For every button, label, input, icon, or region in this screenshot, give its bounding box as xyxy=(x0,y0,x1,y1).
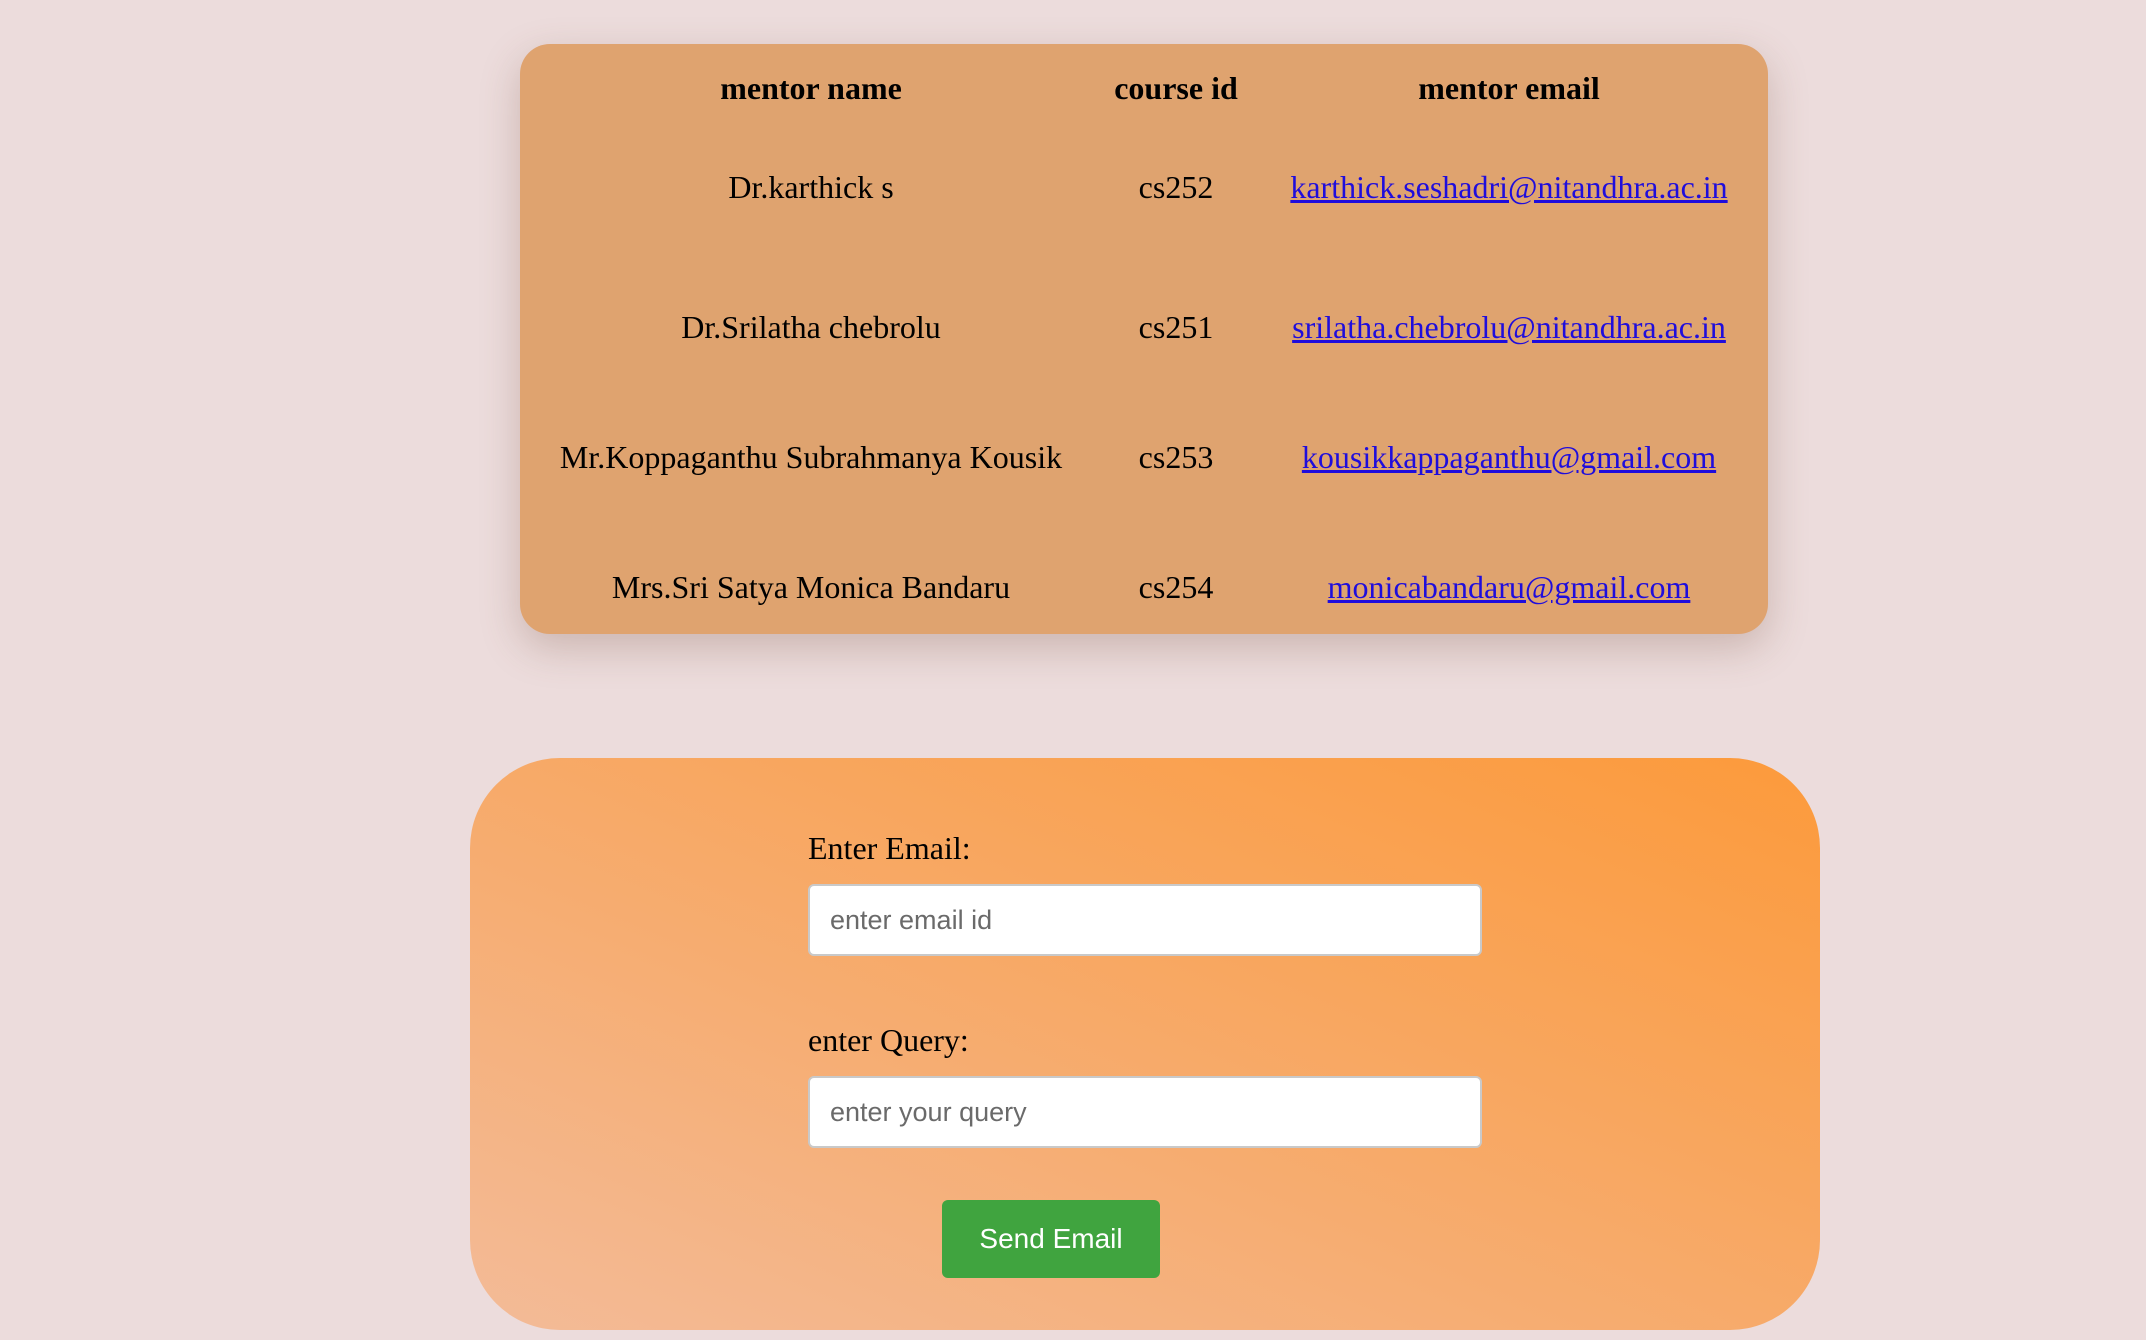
mentor-email-cell: karthick.seshadri@nitandhra.ac.in xyxy=(1286,112,1732,262)
mentor-email-cell: monicabandaru@gmail.com xyxy=(1286,522,1732,652)
mentor-email-cell: kousikkappaganthu@gmail.com xyxy=(1286,392,1732,522)
mentor-email-cell: srilatha.chebrolu@nitandhra.ac.in xyxy=(1286,262,1732,392)
course-id-cell: cs253 xyxy=(1138,438,1214,475)
course-id-cell: cs251 xyxy=(1138,308,1214,345)
mentor-table-card: mentor name course id mentor email Dr.ka… xyxy=(520,44,1768,634)
mentor-email-link[interactable]: srilatha.chebrolu@nitandhra.ac.in xyxy=(1292,309,1726,345)
email-label: Enter Email: xyxy=(808,830,971,866)
send-email-button[interactable]: Send Email xyxy=(942,1200,1160,1278)
query-form: Enter Email: enter Query: Send Email xyxy=(808,828,1484,1278)
mentor-email-link[interactable]: kousikkappaganthu@gmail.com xyxy=(1302,439,1716,475)
course-id-cell: cs252 xyxy=(1138,168,1214,205)
query-input[interactable] xyxy=(808,1076,1482,1148)
table-row: Mr.Koppaganthu Subrahmanya Kousik cs253 … xyxy=(556,392,1732,522)
mentor-name-cell: Mr.Koppaganthu Subrahmanya Kousik xyxy=(559,438,1063,475)
table-row: Dr.karthick s cs252 karthick.seshadri@ni… xyxy=(556,112,1732,262)
query-label: enter Query: xyxy=(808,1022,969,1058)
query-form-card: Enter Email: enter Query: Send Email xyxy=(470,758,1820,1330)
header-mentor-name: mentor name xyxy=(720,69,902,106)
mentor-email-link[interactable]: karthick.seshadri@nitandhra.ac.in xyxy=(1290,169,1727,205)
table-row: Mrs.Sri Satya Monica Bandaru cs254 monic… xyxy=(556,522,1732,652)
mentor-name-cell: Dr.Srilatha chebrolu xyxy=(681,308,941,345)
mentor-email-link[interactable]: monicabandaru@gmail.com xyxy=(1328,569,1691,605)
mentor-name-cell: Dr.karthick s xyxy=(728,168,894,205)
header-mentor-email: mentor email xyxy=(1418,69,1600,106)
mentor-table: mentor name course id mentor email Dr.ka… xyxy=(556,64,1732,652)
mentor-name-cell: Mrs.Sri Satya Monica Bandaru xyxy=(611,568,1011,605)
email-input[interactable] xyxy=(808,884,1482,956)
course-id-cell: cs254 xyxy=(1138,568,1214,605)
mentor-table-header-row: mentor name course id mentor email xyxy=(556,64,1732,112)
header-course-id: course id xyxy=(1114,69,1238,106)
table-row: Dr.Srilatha chebrolu cs251 srilatha.cheb… xyxy=(556,262,1732,392)
